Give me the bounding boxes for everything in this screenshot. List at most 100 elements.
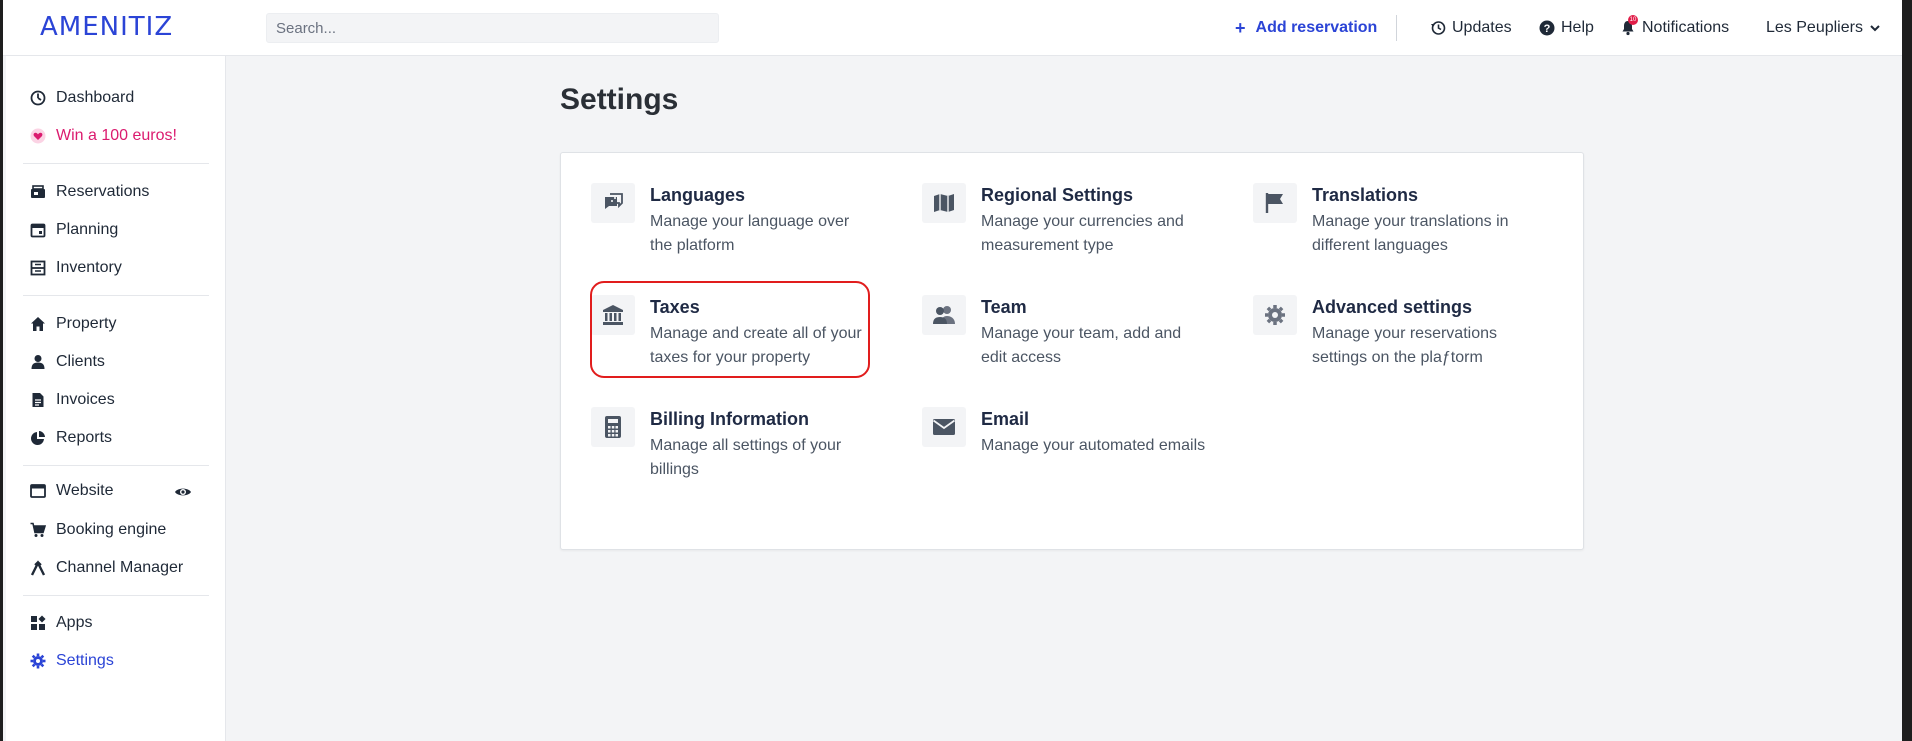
updates-label: Updates [1452, 19, 1512, 36]
home-icon [31, 317, 45, 331]
tile-title: Billing Information [650, 409, 809, 429]
sidebar-item-property[interactable]: Property [30, 312, 116, 336]
sidebar-item-label: Booking engine [56, 521, 167, 538]
app-frame: AMENITIZ + Add reservation Updates ? Hel… [0, 0, 1902, 741]
help-button[interactable]: ? Help [1539, 0, 1594, 56]
chevron-down-icon [1870, 25, 1880, 32]
page-title: Settings [560, 83, 679, 116]
envelope-icon [922, 407, 966, 447]
sidebar-item-label: Win a 100 euros! [56, 127, 177, 144]
tile-description: Manage all settings of your billings [650, 437, 842, 478]
sidebar-item-label: Planning [56, 221, 119, 238]
sidebar-item-clients[interactable]: Clients [30, 350, 105, 374]
sidebar-item-invoices[interactable]: Invoices [30, 388, 115, 412]
sidebar-item-label: Apps [56, 614, 93, 631]
notifications-button[interactable]: 10 Notifications [1620, 0, 1729, 56]
sidebar-divider [23, 295, 209, 296]
settings-tile-advanced-settings[interactable]: Advanced settings Manage your reservatio… [1223, 265, 1523, 366]
topbar-divider [1396, 15, 1397, 41]
property-selector[interactable]: Les Peupliers [1766, 0, 1881, 56]
sidebar-divider [23, 163, 209, 164]
window-edge [1902, 0, 1912, 741]
add-reservation-label: Add reservation [1255, 19, 1378, 36]
sidebar-item-planning[interactable]: Planning [30, 218, 118, 242]
settings-tile-translations[interactable]: Translations Manage your translations in… [1223, 153, 1523, 254]
invoice-icon [32, 393, 44, 407]
settings-tile-email[interactable]: Email Manage your automated emails [892, 377, 1205, 457]
tile-description: Manage your automated emails [981, 437, 1206, 454]
updates-button[interactable]: Updates [1430, 0, 1512, 56]
sidebar-item-settings[interactable]: Settings [30, 649, 114, 673]
tile-title: Taxes [650, 297, 700, 317]
add-reservation-button[interactable]: + Add reservation [1235, 0, 1377, 56]
sidebar-item-label: Settings [56, 652, 114, 669]
eye-icon[interactable] [174, 483, 192, 501]
settings-tile-regional-settings[interactable]: Regional Settings Manage your currencies… [892, 153, 1192, 254]
sidebar-item-label: Website [56, 482, 114, 499]
channel-icon [30, 560, 46, 576]
tile-description: Manage your language over the platform [650, 213, 850, 254]
sidebar-item-promo[interactable]: Win a 100 euros! [30, 124, 177, 148]
gear-icon [30, 653, 46, 669]
bank-icon [591, 295, 635, 335]
sidebar-item-label: Channel Manager [56, 559, 184, 576]
sidebar-item-label: Property [56, 315, 117, 332]
tile-title: Advanced settings [1312, 297, 1473, 317]
sidebar-item-label: Reports [56, 429, 113, 446]
chat-icon [591, 183, 635, 223]
svg-text:?: ? [1544, 23, 1551, 35]
sidebar-divider [23, 595, 209, 596]
question-circle-icon: ? [1539, 20, 1555, 36]
flag-icon [1253, 183, 1297, 223]
plus-icon: + [1235, 17, 1246, 38]
sidebar-item-label: Inventory [56, 259, 122, 276]
tile-title: Regional Settings [981, 185, 1134, 205]
tile-description: Manage your translations in different la… [1312, 213, 1509, 254]
tile-description: Manage your reservations settings on the… [1312, 325, 1497, 366]
sidebar-item-inventory[interactable]: Inventory [30, 256, 122, 280]
inventory-icon [30, 260, 46, 276]
cog-icon [1253, 295, 1297, 335]
help-label: Help [1561, 19, 1594, 36]
settings-tile-taxes[interactable]: Taxes Manage and create all of your taxe… [561, 265, 862, 366]
sidebar-item-label: Invoices [56, 391, 115, 408]
notifications-badge: 10 [1628, 15, 1638, 25]
calendar-icon [30, 223, 46, 238]
apps-icon [31, 615, 46, 630]
tile-title: Translations [1312, 185, 1419, 205]
pie-chart-icon [31, 431, 45, 445]
settings-card: Languages Manage your language over the … [560, 152, 1584, 550]
sidebar-item-booking-engine[interactable]: Booking engine [30, 518, 166, 542]
settings-tile-languages[interactable]: Languages Manage your language over the … [561, 153, 861, 254]
cart-icon [30, 522, 46, 537]
search-input[interactable] [266, 13, 719, 43]
tile-title: Email [981, 409, 1030, 429]
settings-tile-billing-information[interactable]: Billing Information Manage all settings … [561, 377, 861, 478]
dashboard-icon [30, 90, 46, 106]
sidebar-item-apps[interactable]: Apps [30, 611, 92, 635]
tile-title: Languages [650, 185, 746, 205]
bell-wrapper: 10 [1620, 15, 1638, 36]
sidebar-item-website[interactable]: Website [30, 479, 114, 503]
history-icon [1431, 21, 1446, 35]
sidebar-item-dashboard[interactable]: Dashboard [30, 86, 134, 110]
top-bar: AMENITIZ + Add reservation Updates ? Hel… [3, 0, 1902, 56]
settings-tile-team[interactable]: Team Manage your team, add and edit acce… [892, 265, 1192, 366]
sidebar-item-label: Dashboard [56, 89, 135, 106]
calculator-icon [591, 407, 635, 447]
sidebar: Dashboard Win a 100 euros! Reservations … [6, 56, 226, 741]
tile-description: Manage and create all of your taxes for … [650, 325, 862, 366]
reservations-icon [31, 185, 45, 198]
sidebar-item-channel-manager[interactable]: Channel Manager [30, 556, 183, 580]
sidebar-item-label: Clients [56, 353, 105, 370]
window-icon [30, 484, 46, 498]
sidebar-item-reservations[interactable]: Reservations [30, 180, 149, 204]
tile-description: Manage your currencies and measurement t… [981, 213, 1184, 254]
tile-title: Team [981, 297, 1027, 317]
heart-icon [30, 128, 46, 144]
map-icon [922, 183, 966, 223]
tile-description: Manage your team, add and edit access [981, 325, 1182, 366]
property-name: Les Peupliers [1766, 19, 1863, 36]
amenitiz-logo[interactable]: AMENITIZ [40, 12, 173, 42]
sidebar-item-reports[interactable]: Reports [30, 426, 112, 450]
